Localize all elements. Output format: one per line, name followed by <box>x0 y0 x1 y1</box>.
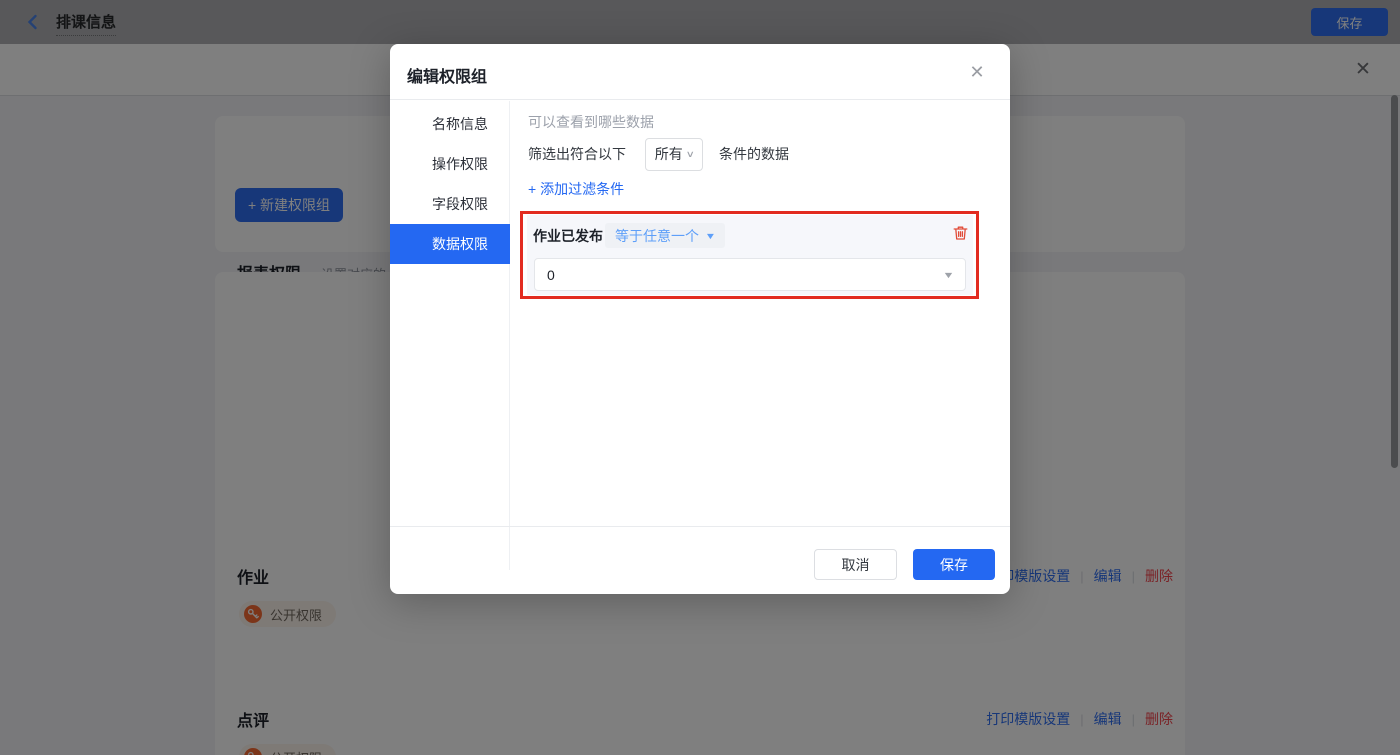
modal-tab-list: 名称信息 操作权限 字段权限 数据权限 <box>390 101 510 570</box>
tab-field-permission[interactable]: 字段权限 <box>390 184 510 224</box>
match-mode-value: 所有 <box>655 144 683 164</box>
tab-data-permission[interactable]: 数据权限 <box>390 224 510 264</box>
modal-close-icon[interactable]: ✕ <box>965 60 989 84</box>
condition-field-label: 作业已发布 <box>533 224 603 248</box>
condition-value-select[interactable]: 0 ▼ <box>534 258 966 291</box>
save-button[interactable]: 保存 <box>913 549 995 580</box>
edit-permission-group-modal: 编辑权限组 ✕ 名称信息 操作权限 字段权限 数据权限 可以查看到哪些数据 筛选… <box>390 44 1010 594</box>
data-permission-hint: 可以查看到哪些数据 <box>528 112 654 132</box>
trash-icon[interactable] <box>951 224 970 243</box>
filter-condition-panel: 作业已发布 等于任意一个 ▼ 0 ▼ <box>527 215 973 295</box>
data-permission-panel: 可以查看到哪些数据 筛选出符合以下 所有 ∨ 条件的数据 + 添加过滤条件 作业… <box>511 101 1010 570</box>
chevron-down-icon: ∨ <box>685 149 694 160</box>
modal-title: 编辑权限组 <box>407 63 487 87</box>
modal-header: 编辑权限组 ✕ <box>390 44 1010 100</box>
cancel-button[interactable]: 取消 <box>814 549 897 580</box>
caret-down-icon: ▼ <box>942 270 954 280</box>
match-mode-select[interactable]: 所有 ∨ <box>645 138 703 171</box>
filter-match-row: 筛选出符合以下 所有 ∨ 条件的数据 <box>528 136 789 172</box>
filter-prefix-label: 筛选出符合以下 <box>528 144 626 164</box>
tab-action-permission[interactable]: 操作权限 <box>390 144 510 184</box>
condition-operator-value: 等于任意一个 <box>615 226 699 246</box>
add-filter-condition-link[interactable]: + 添加过滤条件 <box>528 179 624 199</box>
filter-suffix-label: 条件的数据 <box>719 144 789 164</box>
condition-value: 0 <box>547 267 555 283</box>
caret-down-icon: ▼ <box>705 231 717 241</box>
modal-footer: 取消 保存 <box>390 526 1010 594</box>
condition-operator-select[interactable]: 等于任意一个 ▼ <box>605 223 725 248</box>
tab-name-info[interactable]: 名称信息 <box>390 104 510 144</box>
